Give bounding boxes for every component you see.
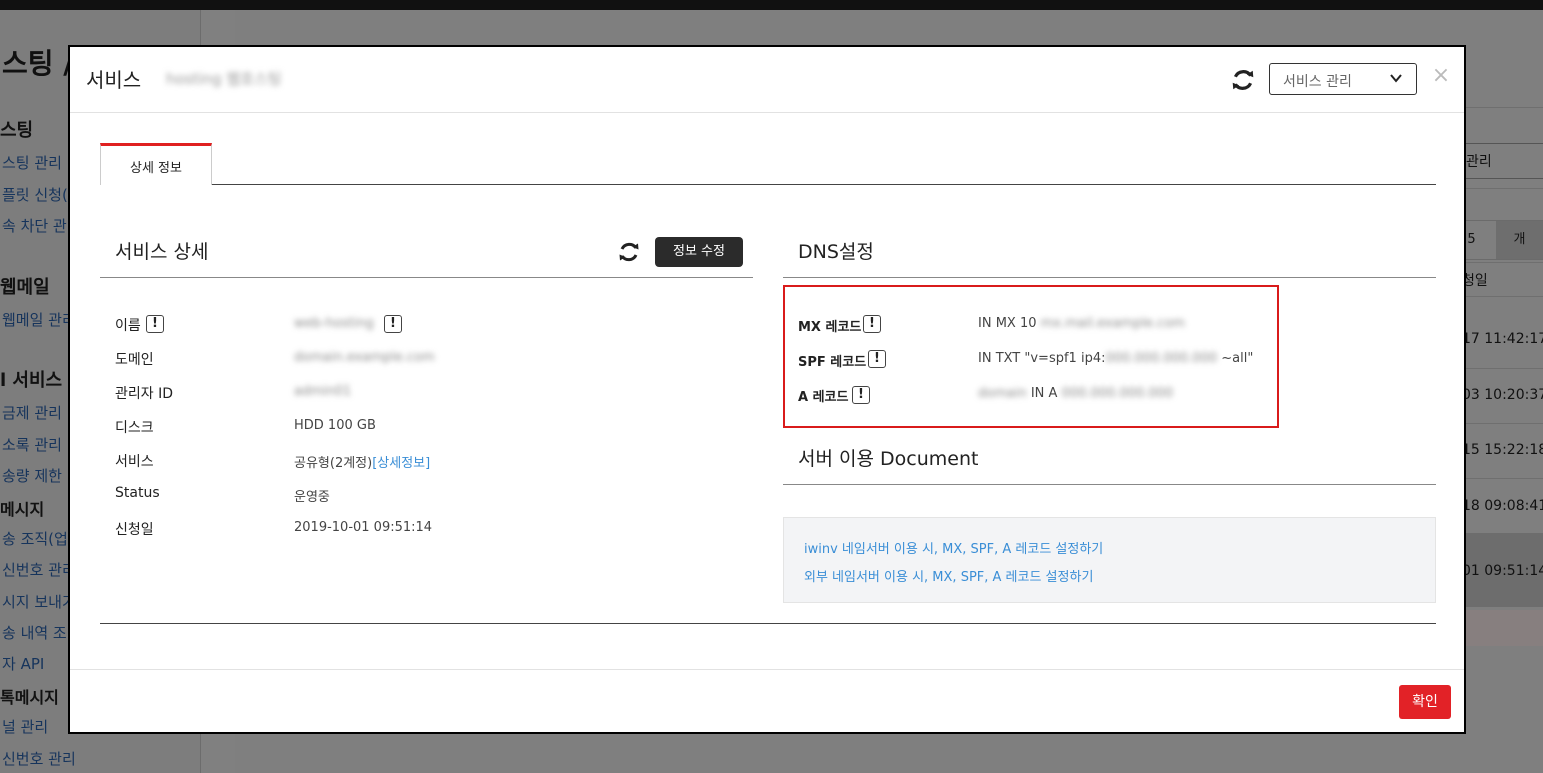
detail-value-admin-id: admin01 [294,384,352,399]
section-divider [100,277,753,278]
detail-value-name: web-hosting [294,316,374,331]
bg-select: 관리 [1455,143,1543,179]
bg-sidebar-item: 송 내역 조 [2,624,67,642]
section-divider [783,277,1436,278]
detail-label-admin-id: 관리자 ID [115,386,173,402]
document-links-box: iwinv 네임서버 이용 시, MX, SPF, A 레코드 설정하기 외부 … [783,517,1436,603]
bg-sidebar-item: 자 API [2,655,45,673]
detail-value-disk: HDD 100 GB [294,418,376,433]
bg-time: 17 11:42:17 [1462,331,1543,347]
service-detail-title: 서비스 상세 [115,241,209,263]
tab-label: 상세 정보 [130,161,182,176]
info-icon[interactable]: ! [852,386,870,404]
dns-a-ip: 000.000.000.000 [1061,386,1174,401]
bg-time: 15 15:22:18 [1462,442,1543,458]
bg-time: 03 10:20:37 [1462,387,1543,403]
doc-link-iwinv-ns[interactable]: iwinv 네임서버 이용 시, MX, SPF, A 레코드 설정하기 [804,538,1103,557]
bg-select-label: 관리 [1466,154,1492,170]
modal-header: 서비스 hosting 웹호스팅 서비스 관리 × [70,47,1464,113]
detail-value-status: 운영중 [294,490,330,505]
footer-divider [70,669,1464,670]
bg-sidebar-item: 신번호 관리 [2,561,76,579]
dns-spf-prefix: IN TXT "v=spf1 ip4: [978,351,1106,366]
service-detail-link[interactable]: [상세정보] [372,456,430,471]
bg-sidebar-item: 금제 관리 [2,404,62,422]
bg-time: 01 09:51:14 [1462,563,1543,579]
bg-sidebar-item: 시지 보내기 [2,593,76,611]
dns-settings-title: DNS설정 [798,241,874,263]
chevron-down-icon [1390,74,1402,83]
doc-link-external-ns[interactable]: 외부 네임서버 이용 시, MX, SPF, A 레코드 설정하기 [804,566,1093,585]
edit-info-button[interactable]: 정보 수정 [655,237,743,267]
refresh-icon[interactable] [1230,67,1256,93]
bg-sidebar-head: 메시지 [0,500,45,519]
dns-a-middle: IN A [1026,386,1062,401]
bg-sidebar-item: 널 관리 [2,718,49,736]
dns-label-mx: MX 레코드 [798,320,862,335]
service-manage-select-label: 서비스 관리 [1283,74,1352,90]
top-bar [0,0,1543,10]
info-icon[interactable]: ! [146,315,164,333]
refresh-icon[interactable] [617,240,641,264]
dns-value-mx: IN MX 10 mx.mail.example.com [978,316,1185,331]
detail-label-disk: 디스크 [115,420,154,436]
service-type-text: 공유형(2계정) [294,456,373,471]
detail-value-service: 공유형(2계정)[상세정보] [294,452,430,471]
detail-label-service: 서비스 [115,454,154,470]
dns-spf-suffix: ~all" [1217,351,1254,366]
bg-sidebar-item: 스팅 관리 [2,154,62,172]
modal-title: 서비스 [86,68,142,92]
bg-sidebar-head: 스팅 [0,120,34,141]
service-manage-select[interactable]: 서비스 관리 [1269,63,1417,95]
dns-a-host: domain [978,386,1027,401]
content-bottom-divider [100,623,1436,624]
dns-value-a: domain IN A 000.000.000.000 [978,386,1173,401]
detail-value-domain: domain.example.com [294,350,435,365]
detail-label-date: 신청일 [115,522,154,538]
detail-label-domain: 도메인 [115,352,154,368]
bg-pager-cell: 개 [1496,221,1543,259]
dns-mx-prefix: IN MX 10 [978,316,1041,331]
bg-sidebar-head: l 서비스 [0,370,63,391]
bg-sidebar-item: 송 조직(업 [2,530,68,548]
dns-label-spf: SPF 레코드 [798,355,867,370]
bg-time: 18 09:08:41 [1462,498,1543,514]
tab-underline [100,184,1436,185]
info-icon[interactable]: ! [868,350,886,368]
modal-subtitle: hosting 웹호스팅 [166,70,282,88]
bg-sidebar-head: 웹메일 [0,277,50,298]
bg-sidebar-head: 톡메시지 [0,688,59,707]
info-icon[interactable]: ! [863,315,881,333]
dns-value-spf: IN TXT "v=spf1 ip4:000.000.000.000 ~all" [978,351,1253,366]
confirm-button[interactable]: 확인 [1399,685,1451,719]
bg-sidebar-item: 플릿 신청( [2,186,68,204]
section-divider [783,484,1436,485]
info-icon[interactable]: ! [384,315,402,333]
bg-sidebar-item: 신번호 관리 [2,750,76,768]
dns-label-a: A 레코드 [798,390,849,405]
bg-sidebar-item: 소록 관리 [2,436,62,454]
tab-detail-info[interactable]: 상세 정보 [100,143,212,185]
bg-sidebar-item: 송량 제한 [2,467,62,485]
detail-value-date: 2019-10-01 09:51:14 [294,520,433,535]
dns-mx-host: mx.mail.example.com [1040,316,1185,331]
detail-label-name: 이름 [115,318,141,334]
close-button[interactable]: × [1430,65,1452,87]
service-modal: 서비스 hosting 웹호스팅 서비스 관리 × 상세 정보 서비스 상세 정… [68,45,1466,734]
bg-sidebar-item: 웹메일 관리 [2,311,76,329]
dns-spf-ip: 000.000.000.000 [1105,351,1218,366]
detail-label-status: Status [115,485,160,501]
server-document-title: 서버 이용 Document [798,448,979,470]
background-page-title: 스팅 / [2,47,74,80]
